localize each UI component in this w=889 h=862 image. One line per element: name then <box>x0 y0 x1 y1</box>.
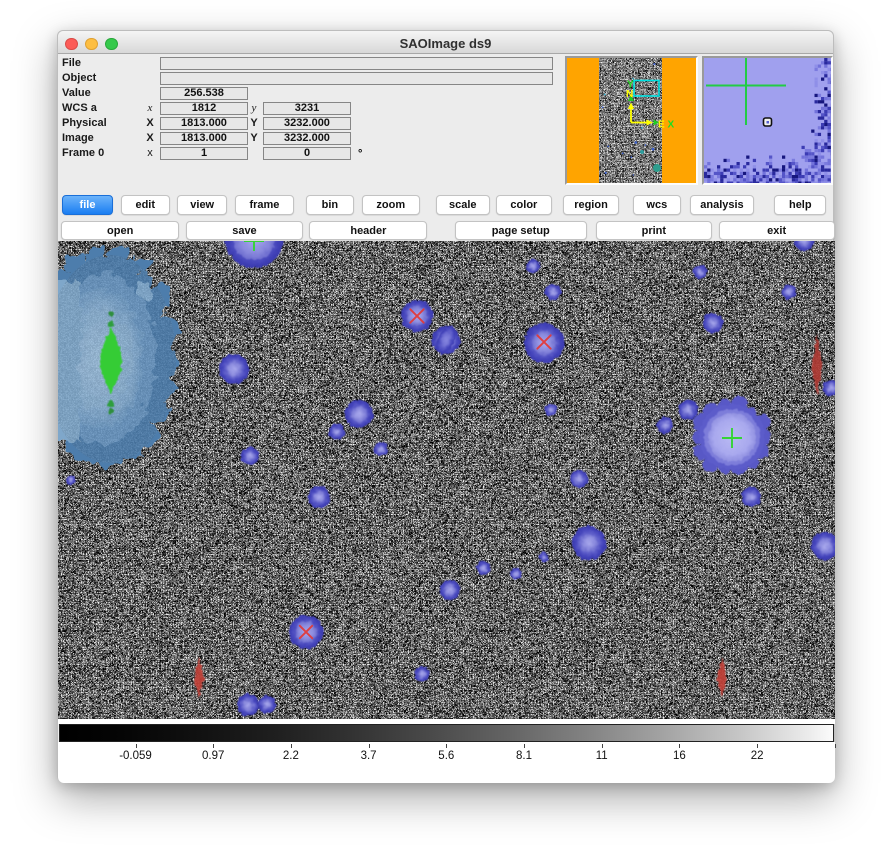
svg-text:N: N <box>626 89 633 100</box>
svg-text:X: X <box>668 120 675 131</box>
svg-text:E: E <box>658 120 665 131</box>
